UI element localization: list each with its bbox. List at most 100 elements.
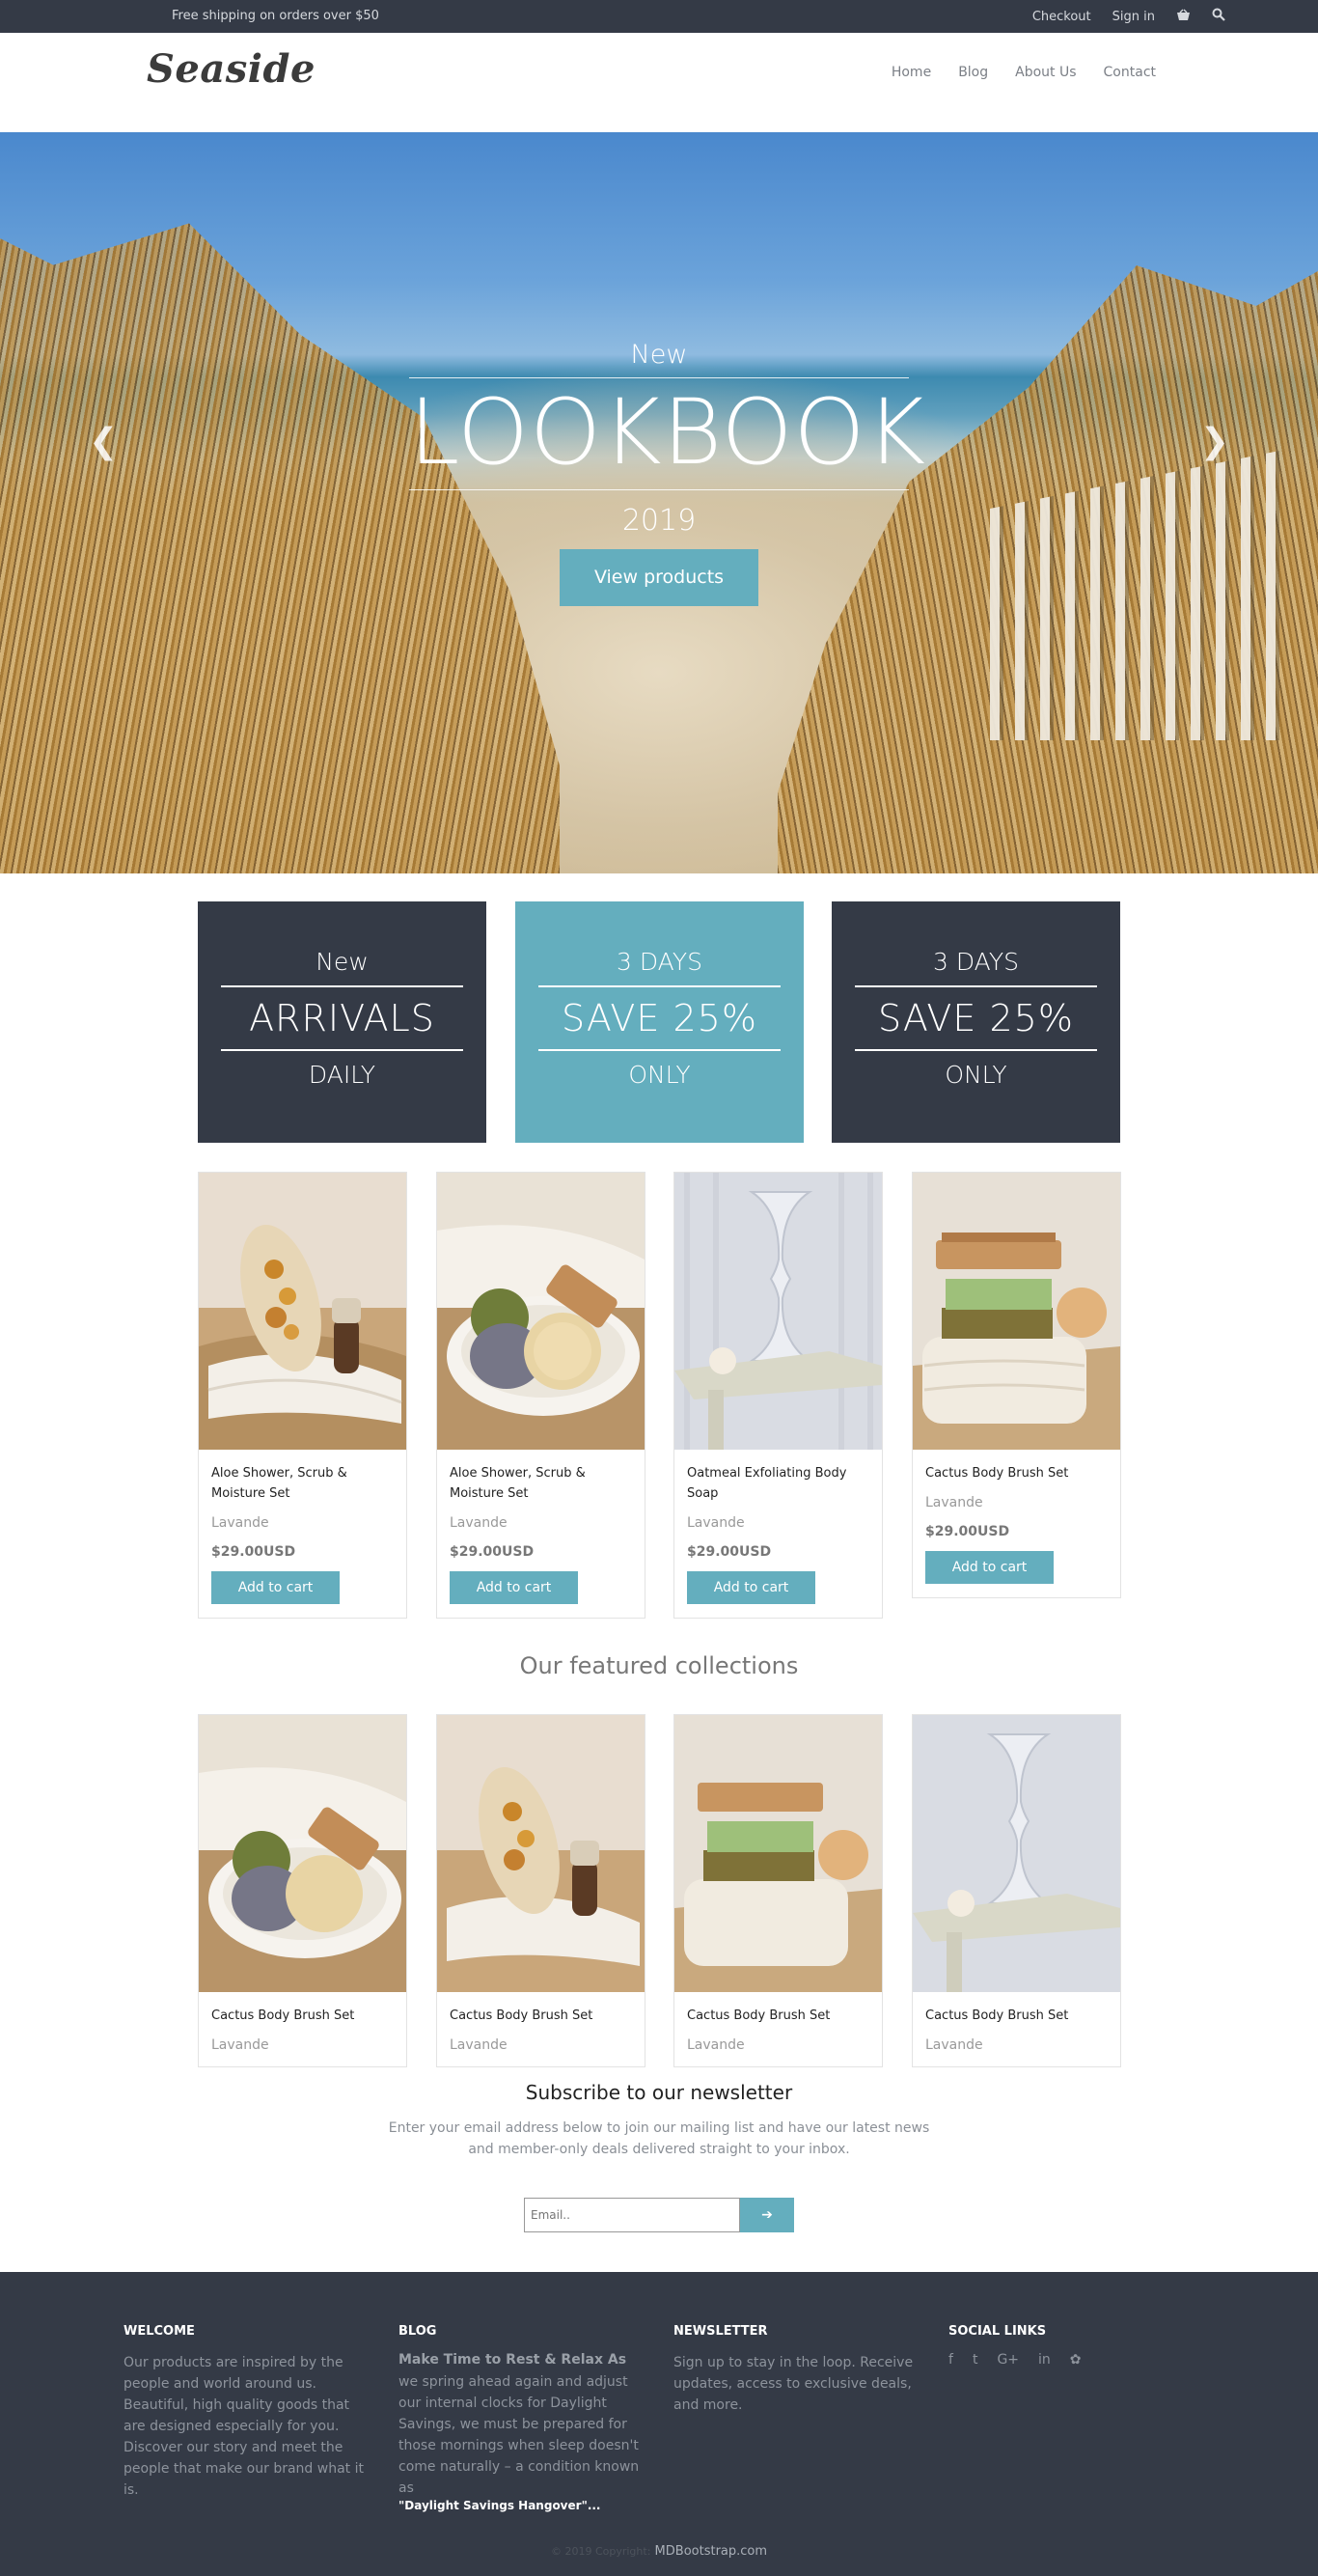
nav-blog[interactable]: Blog [958, 65, 988, 80]
product-card[interactable]: Oatmeal Exfoliating Body Soap Lavande $2… [673, 1172, 883, 1619]
add-to-cart-button[interactable]: Add to cart [211, 1571, 340, 1604]
footer-heading: BLOG [398, 2324, 437, 2339]
top-bar: Free shipping on orders over $50 Checkou… [0, 0, 1318, 33]
product-card[interactable]: Aloe Shower, Scrub & Moisture Set Lavand… [436, 1172, 645, 1619]
footer-blog-text: we spring ahead again and adjust our int… [398, 2374, 640, 2496]
product-price: $29.00USD [925, 1524, 1010, 1539]
social-links: f t G+ in ✿ [948, 2352, 1190, 2368]
collection-card[interactable]: Cactus Body Brush Set Lavande [673, 1714, 883, 2067]
checkout-link[interactable]: Checkout [1032, 10, 1091, 24]
shipping-notice: Free shipping on orders over $50 [172, 9, 379, 23]
promo-divider [221, 985, 463, 987]
product-image[interactable] [437, 1173, 645, 1450]
site-footer: WELCOME Our products are inspired by the… [0, 2272, 1318, 2576]
product-brand: Lavande [450, 1515, 508, 1531]
collection-card[interactable]: Cactus Body Brush Set Lavande [436, 1714, 645, 2067]
email-input[interactable] [524, 2198, 740, 2232]
promo-big: ARRIVALS [249, 997, 435, 1039]
promo-bottom: ONLY [628, 1061, 691, 1089]
product-card[interactable]: Aloe Shower, Scrub & Moisture Set Lavand… [198, 1172, 407, 1619]
promo-divider [221, 1049, 463, 1051]
product-price: $29.00USD [687, 1544, 772, 1560]
add-to-cart-button[interactable]: Add to cart [925, 1551, 1054, 1584]
collection-card[interactable]: Cactus Body Brush Set Lavande [912, 1714, 1121, 2067]
promo-divider [855, 985, 1097, 987]
product-name[interactable]: Cactus Body Brush Set [925, 1463, 1109, 1483]
collection-image[interactable] [199, 1715, 406, 1992]
product-image[interactable] [913, 1173, 1120, 1450]
brand-logo[interactable]: Seaside [147, 46, 316, 92]
footer-newsletter-text: Sign up to stay in the loop. Receive upd… [673, 2355, 914, 2413]
footer-heading: NEWSLETTER [673, 2324, 768, 2339]
promo-top: 3 DAYS [617, 948, 702, 976]
collection-brand: Lavande [925, 2037, 983, 2053]
copyright-text: © 2019 Copyright: [550, 2545, 651, 2558]
add-to-cart-button[interactable]: Add to cart [687, 1571, 815, 1604]
nav-about[interactable]: About Us [1015, 65, 1076, 80]
collection-name[interactable]: Cactus Body Brush Set [925, 2006, 1109, 2026]
chevron-right-icon[interactable]: ❯ [1200, 422, 1229, 461]
hero-carousel: ❮ ❯ New LOOKBOOK 2019 View products [0, 132, 1318, 873]
promo-card[interactable]: 3 DAYS SAVE 25% ONLY [515, 901, 804, 1143]
promo-divider [538, 985, 781, 987]
newsletter-title: Subscribe to our newsletter [525, 2081, 793, 2104]
nav-contact[interactable]: Contact [1104, 65, 1156, 80]
collection-brand: Lavande [211, 2037, 269, 2053]
promo-bottom: ONLY [945, 1061, 1007, 1089]
product-brand: Lavande [211, 1515, 269, 1531]
product-price: $29.00USD [211, 1544, 296, 1560]
search-icon[interactable] [1212, 8, 1225, 25]
promo-card[interactable]: 3 DAYS SAVE 25% ONLY [832, 901, 1120, 1143]
footer-heading: SOCIAL LINKS [948, 2324, 1047, 2339]
footer-welcome: WELCOME Our products are inspired by the… [124, 2324, 365, 2501]
main-nav: Home Blog About Us Contact [892, 65, 1156, 80]
twitter-icon[interactable]: t [973, 2352, 978, 2368]
collection-image[interactable] [913, 1715, 1120, 1992]
promo-card[interactable]: New ARRIVALS DAILY [198, 901, 486, 1143]
footer-blog-readmore[interactable]: "Daylight Savings Hangover"... [398, 2499, 640, 2512]
signin-link[interactable]: Sign in [1112, 10, 1155, 24]
product-name[interactable]: Aloe Shower, Scrub & Moisture Set [450, 1463, 633, 1504]
product-image[interactable] [199, 1173, 406, 1450]
facebook-icon[interactable]: f [948, 2352, 953, 2368]
promo-row: New ARRIVALS DAILY 3 DAYS SAVE 25% ONLY … [0, 901, 1318, 1143]
top-links: Checkout Sign in [1032, 8, 1225, 25]
product-brand: Lavande [925, 1495, 983, 1510]
promo-bottom: DAILY [308, 1061, 376, 1089]
collection-image[interactable] [437, 1715, 645, 1992]
collection-name[interactable]: Cactus Body Brush Set [450, 2006, 633, 2026]
basket-icon[interactable] [1176, 9, 1191, 25]
product-image[interactable] [674, 1173, 882, 1450]
subscribe-button[interactable]: ➔ [740, 2198, 794, 2232]
collection-image[interactable] [674, 1715, 882, 1992]
linkedin-icon[interactable]: in [1038, 2352, 1051, 2368]
collection-name[interactable]: Cactus Body Brush Set [211, 2006, 395, 2026]
product-card[interactable]: Cactus Body Brush Set Lavande $29.00USD … [912, 1172, 1121, 1598]
promo-divider [855, 1049, 1097, 1051]
footer-blog-title[interactable]: Make Time to Rest & Relax As [398, 2352, 640, 2368]
hero-divider [409, 377, 909, 378]
product-name[interactable]: Oatmeal Exfoliating Body Soap [687, 1463, 870, 1504]
nav-home[interactable]: Home [892, 65, 931, 80]
product-name[interactable]: Aloe Shower, Scrub & Moisture Set [211, 1463, 395, 1504]
chevron-left-icon[interactable]: ❮ [89, 422, 118, 461]
copyright-link[interactable]: MDBootstrap.com [655, 2544, 767, 2559]
google-plus-icon[interactable]: G+ [997, 2352, 1019, 2368]
hero-divider [409, 488, 909, 490]
footer-heading: WELCOME [124, 2324, 195, 2339]
dribbble-icon[interactable]: ✿ [1070, 2352, 1082, 2368]
add-to-cart-button[interactable]: Add to cart [450, 1571, 578, 1604]
newsletter-text: Enter your email address below to join o… [388, 2120, 930, 2157]
collection-brand: Lavande [687, 2037, 745, 2053]
hero-year: 2019 [621, 503, 697, 538]
hero-kicker: New [630, 340, 688, 370]
collection-card[interactable]: Cactus Body Brush Set Lavande [198, 1714, 407, 2067]
promo-big: SAVE 25% [878, 997, 1074, 1039]
collection-name[interactable]: Cactus Body Brush Set [687, 2006, 870, 2026]
hero-title: LOOKBOOK [409, 380, 927, 485]
promo-top: New [316, 948, 369, 976]
view-products-button[interactable]: View products [560, 548, 758, 606]
site-header: Seaside Home Blog About Us Contact [0, 33, 1318, 132]
footer-welcome-text: Our products are inspired by the people … [124, 2355, 364, 2498]
copyright: © 2019 Copyright: MDBootstrap.com [0, 2544, 1318, 2559]
